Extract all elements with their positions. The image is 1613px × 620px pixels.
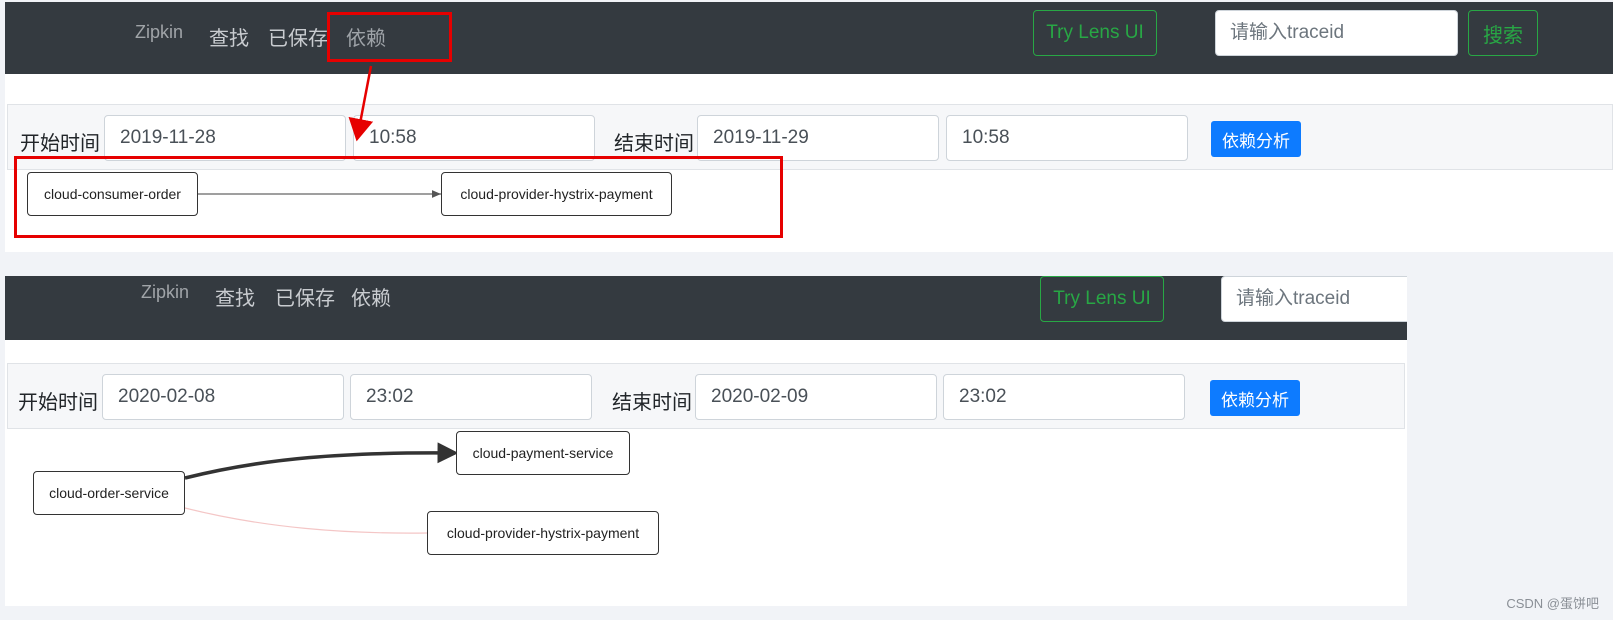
- watermark: CSDN @蛋饼吧: [1506, 596, 1599, 611]
- service-node[interactable]: cloud-provider-hystrix-payment: [427, 511, 659, 555]
- edge-order-to-hystrix: [184, 507, 428, 534]
- service-node[interactable]: cloud-order-service: [33, 471, 185, 515]
- service-node[interactable]: cloud-payment-service: [456, 431, 630, 475]
- dependency-graph-edges: [184, 442, 459, 534]
- screenshot-panel-2: Zipkin 查找 已保存 依赖 Try Lens UI 开始时间 2020-0…: [5, 276, 1407, 606]
- annotation-highlight-graph: [14, 156, 783, 238]
- edge-order-to-payment: [184, 442, 459, 480]
